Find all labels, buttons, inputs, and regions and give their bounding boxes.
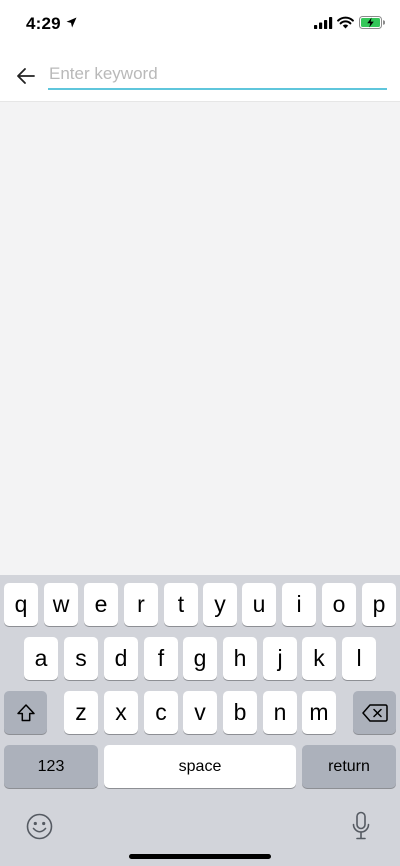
key-m[interactable]: m [302, 691, 336, 734]
key-d[interactable]: d [104, 637, 138, 680]
key-o[interactable]: o [322, 583, 356, 626]
key-r[interactable]: r [124, 583, 158, 626]
wifi-icon [337, 16, 354, 29]
key-b[interactable]: b [223, 691, 257, 734]
status-bar: 4:29 [0, 0, 400, 48]
search-header [0, 48, 400, 102]
search-input[interactable] [48, 60, 387, 90]
return-key[interactable]: return [302, 745, 396, 788]
key-h[interactable]: h [223, 637, 257, 680]
microphone-icon[interactable] [351, 811, 371, 841]
emoji-icon[interactable] [26, 813, 53, 840]
key-x[interactable]: x [104, 691, 138, 734]
delete-icon [361, 703, 388, 722]
key-z[interactable]: z [64, 691, 98, 734]
key-p[interactable]: p [362, 583, 396, 626]
key-v[interactable]: v [183, 691, 217, 734]
delete-key[interactable] [353, 691, 396, 734]
battery-charging-icon [359, 16, 385, 29]
key-y[interactable]: y [203, 583, 237, 626]
home-indicator [129, 854, 271, 859]
results-area [0, 102, 400, 576]
shift-icon [16, 703, 35, 721]
back-arrow-icon[interactable] [14, 64, 38, 88]
cellular-signal-icon [314, 17, 333, 29]
shift-key[interactable] [4, 691, 47, 734]
key-a[interactable]: a [24, 637, 58, 680]
keyboard: q w e r t y u i o p a s d f g h j k l z … [0, 575, 400, 866]
key-k[interactable]: k [302, 637, 336, 680]
key-t[interactable]: t [164, 583, 198, 626]
numbers-key[interactable]: 123 [4, 745, 98, 788]
key-w[interactable]: w [44, 583, 78, 626]
key-f[interactable]: f [144, 637, 178, 680]
key-i[interactable]: i [282, 583, 316, 626]
key-s[interactable]: s [64, 637, 98, 680]
key-c[interactable]: c [144, 691, 178, 734]
key-l[interactable]: l [342, 637, 376, 680]
status-time: 4:29 [26, 14, 61, 33]
key-q[interactable]: q [4, 583, 38, 626]
location-arrow-icon [66, 17, 77, 28]
key-j[interactable]: j [263, 637, 297, 680]
key-g[interactable]: g [183, 637, 217, 680]
key-u[interactable]: u [242, 583, 276, 626]
key-n[interactable]: n [263, 691, 297, 734]
key-e[interactable]: e [84, 583, 118, 626]
space-key[interactable]: space [104, 745, 296, 788]
